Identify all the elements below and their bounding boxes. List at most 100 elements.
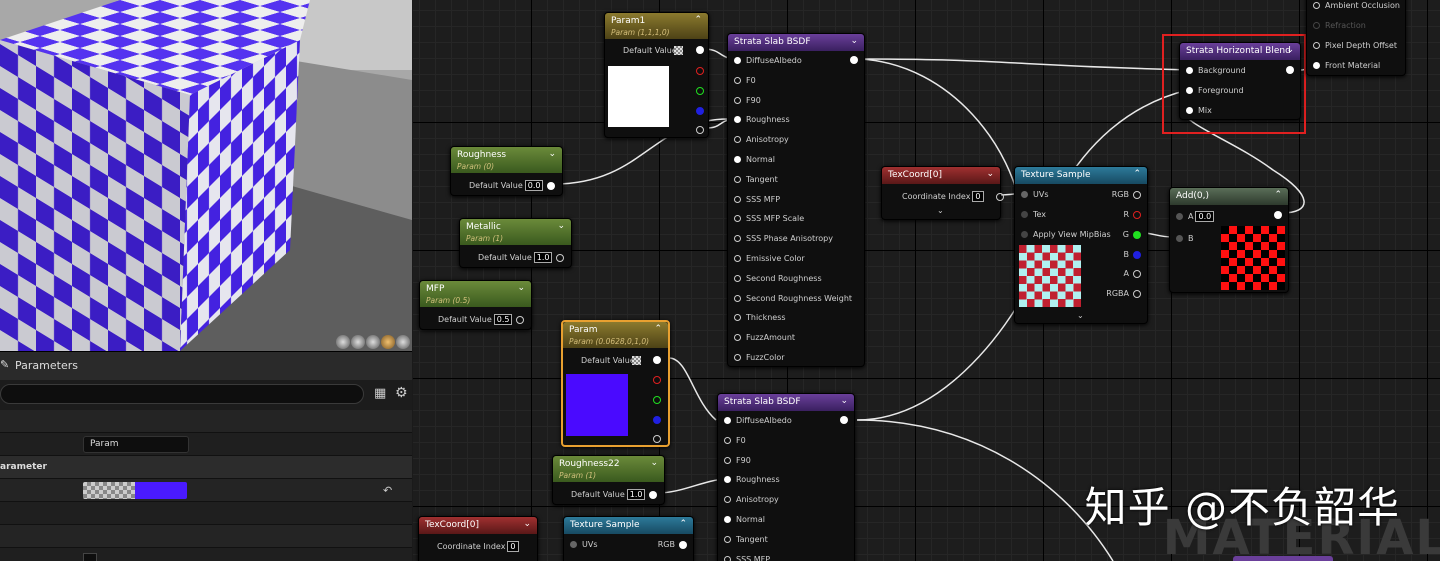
- table-view-icon[interactable]: ▦: [374, 386, 386, 401]
- node-add[interactable]: Add(0,) ⌃ A 0.0 B: [1169, 187, 1289, 293]
- value-field[interactable]: 0: [972, 191, 984, 202]
- input-pin-row[interactable]: F90: [734, 96, 761, 106]
- output-pin[interactable]: [1133, 289, 1141, 298]
- chevron-up-icon[interactable]: ⌃: [1133, 168, 1141, 181]
- node-param[interactable]: Param Param (0.0628,0,1,0) ⌃ Default Value: [561, 320, 670, 447]
- node-texture-sample-1[interactable]: Texture Sample ⌃ UVs Tex Apply View MipBi…: [1014, 166, 1148, 324]
- alpha-checker-icon[interactable]: [632, 356, 641, 365]
- input-pin-row[interactable]: SSS MFP: [734, 195, 780, 205]
- input-pin-dot[interactable]: [734, 57, 741, 64]
- plane-icon[interactable]: [351, 335, 365, 349]
- input-pin-dot[interactable]: [724, 436, 731, 444]
- chevron-down-icon[interactable]: ⌄: [986, 168, 994, 181]
- cylinder-icon[interactable]: [366, 335, 380, 349]
- input-pin-row[interactable]: DiffuseAlbedo: [734, 56, 802, 66]
- input-pin-dot[interactable]: [734, 215, 741, 223]
- chevron-up-icon[interactable]: ⌃: [1274, 189, 1282, 202]
- param-name-field[interactable]: Param: [83, 436, 189, 453]
- g-pin[interactable]: [653, 396, 661, 404]
- input-pin-dot[interactable]: [734, 354, 741, 361]
- input-pin-row[interactable]: Second Roughness Weight: [734, 294, 852, 304]
- value-field[interactable]: 0: [507, 541, 519, 552]
- output-pin[interactable]: [696, 46, 704, 54]
- output-pin[interactable]: [653, 356, 661, 364]
- alpha-checker-icon[interactable]: [674, 46, 683, 55]
- output-pin[interactable]: [1286, 66, 1294, 74]
- input-pin-dot[interactable]: [734, 116, 741, 124]
- input-pin-row[interactable]: Roughness: [734, 115, 790, 125]
- input-pin-dot[interactable]: [734, 334, 741, 342]
- input-pin-dot[interactable]: [724, 456, 731, 464]
- input-pin-row[interactable]: Tangent: [734, 175, 778, 185]
- preview-viewport[interactable]: [0, 0, 412, 351]
- cube-icon[interactable]: [381, 335, 395, 349]
- input-pin-row[interactable]: Normal: [734, 155, 775, 165]
- value-field[interactable]: 0.0: [1195, 211, 1215, 222]
- input-pin-row[interactable]: SSS MFP Scale: [734, 214, 804, 224]
- input-pin-dot[interactable]: [734, 156, 741, 163]
- node-horizontal-blend[interactable]: Strata Horizontal Blend ⌄ Background Fore…: [1179, 42, 1301, 120]
- chevron-down-icon[interactable]: ⌄: [557, 220, 565, 233]
- input-pin-row[interactable]: Roughness: [724, 475, 780, 485]
- sphere-icon[interactable]: [336, 335, 350, 349]
- input-pin-row[interactable]: Normal: [724, 515, 765, 525]
- output-pin[interactable]: [649, 490, 658, 499]
- color-swatch[interactable]: [83, 482, 187, 499]
- input-pin-row[interactable]: Tangent: [724, 535, 768, 545]
- gear-icon[interactable]: ⚙: [395, 385, 408, 401]
- input-pin-row[interactable]: Anisotropy: [724, 495, 779, 505]
- output-pin[interactable]: [1133, 210, 1141, 219]
- input-pin-row[interactable]: F0: [734, 76, 756, 86]
- checkbox[interactable]: [83, 553, 97, 561]
- reset-icon[interactable]: ↶: [383, 484, 392, 497]
- node-mfp[interactable]: MFP Param (0.5) ⌄ Default Value 0.5: [419, 280, 532, 330]
- input-pin-dot[interactable]: [724, 476, 731, 484]
- chevron-up-icon[interactable]: ⌃: [679, 518, 687, 531]
- output-pin[interactable]: [1133, 230, 1141, 239]
- output-pin[interactable]: [1133, 190, 1141, 199]
- input-pin-row[interactable]: FuzzColor: [734, 353, 785, 363]
- node-partial-bottom[interactable]: [1233, 556, 1333, 561]
- chevron-up-icon[interactable]: ⌃: [694, 14, 702, 27]
- output-pin[interactable]: [547, 181, 556, 190]
- input-pin-dot[interactable]: [724, 535, 731, 543]
- value-field[interactable]: 0.5: [493, 314, 513, 325]
- input-pin-dot[interactable]: [734, 96, 741, 104]
- output-pin[interactable]: [840, 416, 848, 424]
- chevron-down-icon[interactable]: ⌄: [850, 35, 858, 48]
- r-pin[interactable]: [696, 67, 704, 75]
- chevron-down-icon[interactable]: ⌄: [937, 206, 944, 215]
- chevron-down-icon[interactable]: ⌄: [1077, 311, 1084, 320]
- input-pin-row[interactable]: F90: [724, 456, 751, 466]
- input-pin-row[interactable]: Second Roughness: [734, 274, 822, 284]
- param-group-row[interactable]: arameter: [0, 456, 412, 479]
- output-pin[interactable]: [679, 540, 687, 549]
- output-pin[interactable]: [995, 192, 1004, 201]
- a-pin[interactable]: [696, 126, 704, 134]
- input-pin-dot[interactable]: [724, 516, 731, 523]
- node-metallic[interactable]: Metallic Param (1) ⌄ Default Value 1.0: [459, 218, 572, 268]
- input-pin-dot[interactable]: [734, 175, 741, 183]
- input-pin-row[interactable]: SSS MFP: [724, 555, 770, 561]
- output-pin[interactable]: [1274, 211, 1282, 219]
- a-pin[interactable]: [653, 435, 661, 443]
- input-pin-dot[interactable]: [734, 76, 741, 84]
- node-texture-sample-2[interactable]: Texture Sample ⌃ UVs RGB: [563, 516, 694, 561]
- input-pin-row[interactable]: Anisotropy: [734, 135, 789, 145]
- chevron-down-icon[interactable]: ⌄: [1286, 44, 1294, 57]
- input-pin-dot[interactable]: [724, 555, 731, 561]
- node-material-result[interactable]: Ambient Occlusion Refraction Pixel Depth…: [1306, 0, 1406, 76]
- input-pin-dot[interactable]: [734, 136, 741, 144]
- chevron-down-icon[interactable]: ⌄: [523, 518, 531, 531]
- g-pin[interactable]: [696, 87, 704, 95]
- teapot-icon[interactable]: [396, 335, 410, 349]
- input-pin-row[interactable]: SSS Phase Anisotropy: [734, 234, 833, 244]
- node-roughness22[interactable]: Roughness22 Param (1) ⌄ Default Value 1.0: [552, 455, 665, 505]
- output-pin[interactable]: [1133, 269, 1141, 278]
- node-texcoord-2[interactable]: TexCoord[0] ⌄ Coordinate Index 0: [418, 516, 538, 561]
- input-pin-dot[interactable]: [734, 255, 741, 262]
- input-pin-dot[interactable]: [734, 235, 741, 243]
- node-strata-slab-1[interactable]: Strata Slab BSDF ⌄ DiffuseAlbedo F0 F90 Roug…: [727, 33, 865, 367]
- chevron-down-icon[interactable]: ⌄: [650, 457, 658, 470]
- input-pin-row[interactable]: F0: [724, 436, 746, 446]
